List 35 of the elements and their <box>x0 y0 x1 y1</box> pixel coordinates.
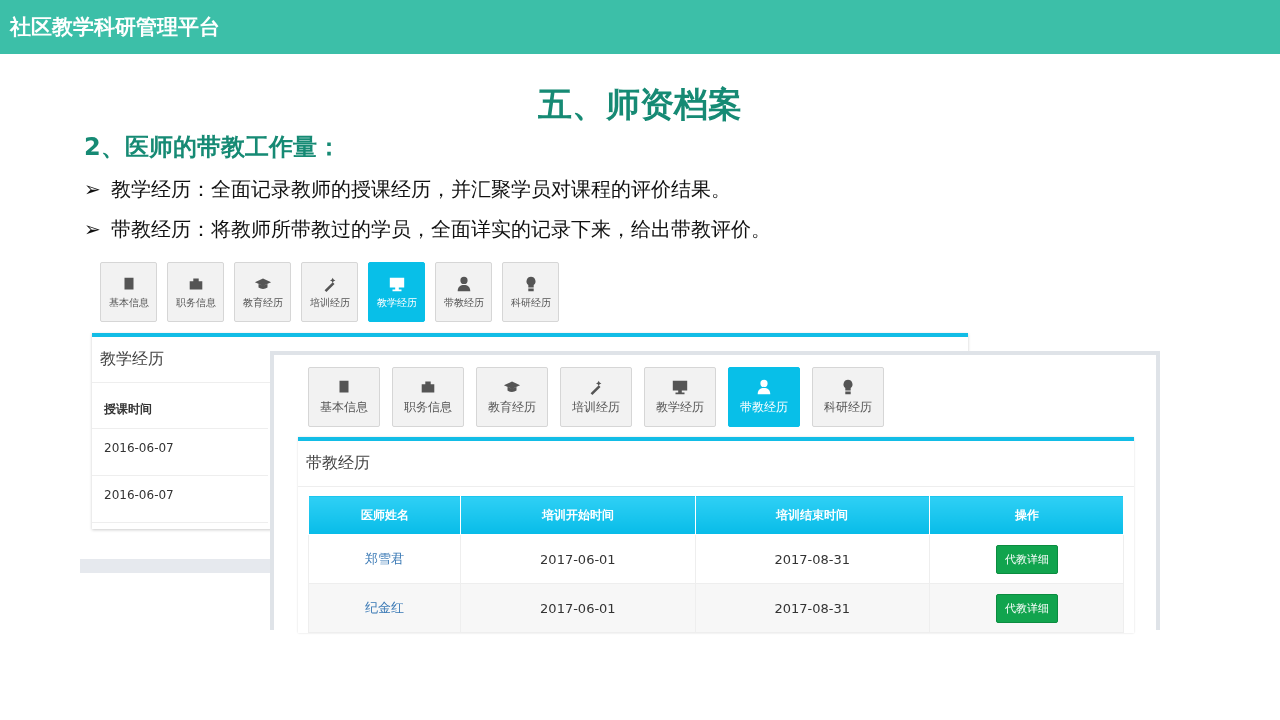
slide-subtitle: 2、医师的带教工作量： <box>84 132 342 163</box>
tab[interactable]: 科研经历 <box>812 367 884 427</box>
table-cell: 2017-08-31 <box>774 551 851 567</box>
header-title: 社区教学科研管理平台 <box>10 14 220 41</box>
table-cell: 2016-06-07 <box>92 429 268 476</box>
tab[interactable]: 职务信息 <box>167 262 224 322</box>
person-icon <box>755 378 773 396</box>
bullet-marker: ➢ <box>84 216 101 243</box>
slide-title: 五、师资档案 <box>537 83 743 126</box>
tab[interactable]: 教学经历 <box>644 367 716 427</box>
table-cell: 2017-06-01 <box>540 600 616 616</box>
tab[interactable]: 培训经历 <box>301 262 358 322</box>
column-header: 培训开始时间 <box>460 495 696 535</box>
column-header: 培训结束时间 <box>695 495 930 535</box>
table-cell: 2016-06-07 <box>92 476 268 523</box>
table-cell: 2017-08-31 <box>774 600 851 616</box>
doctor-name-link[interactable]: 纪金红 <box>365 600 405 615</box>
bullet-text: 教学经历：全面记录教师的授课经历，并汇聚学员对课程的评价结果。 <box>110 176 731 203</box>
doctor-name-link[interactable]: 郑雪君 <box>365 551 405 566</box>
tab[interactable]: 基本信息 <box>100 262 157 322</box>
bullet-marker: ➢ <box>84 176 101 203</box>
tab[interactable]: 教育经历 <box>476 367 548 427</box>
tab[interactable]: 科研经历 <box>502 262 559 322</box>
tab[interactable]: 基本信息 <box>308 367 380 427</box>
tab[interactable]: 培训经历 <box>560 367 632 427</box>
column-header: 医师姓名 <box>308 495 461 535</box>
tab[interactable]: 职务信息 <box>392 367 464 427</box>
panel-title: 带教经历 <box>298 441 1134 487</box>
tab[interactable]: 教育经历 <box>234 262 291 322</box>
monitor-icon <box>671 378 689 396</box>
bullet-text: 带教经历：将教师所带教过的学员，全面详实的记录下来，给出带教评价。 <box>110 216 771 243</box>
column-header: 操作 <box>929 495 1124 535</box>
table-cell: 2017-06-01 <box>540 551 616 567</box>
tab[interactable]: 带教经历 <box>435 262 492 322</box>
column-header: 授课时间 <box>92 383 268 429</box>
